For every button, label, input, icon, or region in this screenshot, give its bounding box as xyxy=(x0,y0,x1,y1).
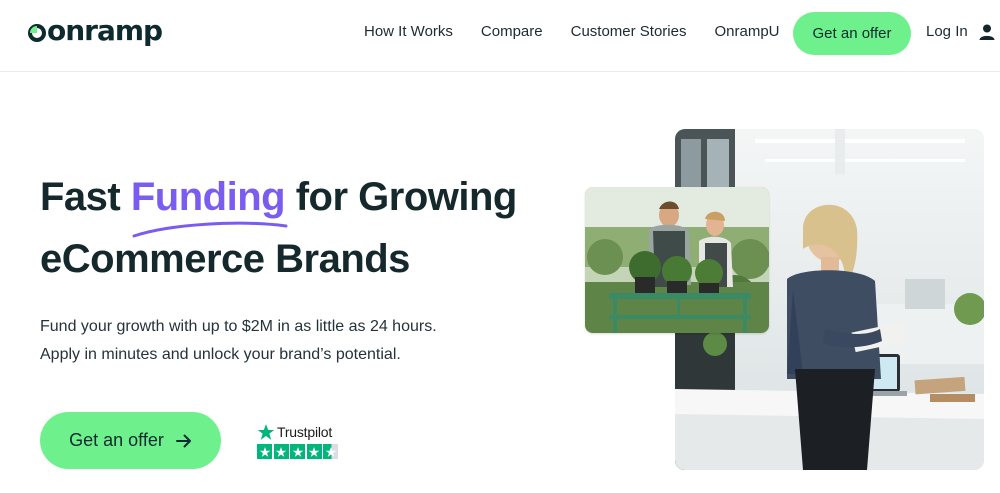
arrow-right-icon xyxy=(175,434,191,447)
hero-title-line2: eCommerce Brands xyxy=(40,237,410,281)
nav-compare[interactable]: Compare xyxy=(481,22,543,42)
hero-title-suffix: for Growing xyxy=(295,175,518,219)
hero-title: Fast Funding for Growing eCommerce Brand… xyxy=(40,166,560,290)
hero-cta-label: Get an offer xyxy=(69,430,164,450)
nav-how-it-works[interactable]: How It Works xyxy=(364,22,453,42)
header-get-offer-button[interactable]: Get an offer xyxy=(793,12,911,55)
logo-text: onramp xyxy=(47,14,163,47)
rating-star-icon xyxy=(306,444,322,459)
rating-star-icon xyxy=(257,444,272,459)
onramp-logo[interactable]: onramp xyxy=(28,14,163,48)
hero-get-offer-button[interactable]: Get an offer xyxy=(40,412,221,469)
logo-mark-icon xyxy=(28,23,46,42)
hero-subtext-line1: Fund your growth with up to $2M in as li… xyxy=(40,318,437,335)
garden-photo xyxy=(585,187,769,333)
hero-title-highlight: Funding xyxy=(130,175,286,219)
trustpilot-label: Trustpilot xyxy=(277,424,333,440)
highlight-underline-icon xyxy=(132,221,288,238)
rating-star-icon xyxy=(273,444,289,459)
user-icon xyxy=(978,23,996,41)
login-label: Log In xyxy=(926,23,968,40)
site-header: onramp How It Works Compare Customer Sto… xyxy=(0,0,1000,72)
trustpilot-brand: Trustpilot xyxy=(257,423,347,441)
nav-onrampu[interactable]: OnrampU xyxy=(714,22,779,42)
hero-subtext-line2: Apply in minutes and unlock your brand’s… xyxy=(40,346,401,363)
hero-title-line1: Fast Funding for Growing xyxy=(40,166,560,228)
main-nav: How It Works Compare Customer Stories On… xyxy=(364,22,808,42)
trustpilot-star-icon xyxy=(257,424,275,440)
hero-subtext: Fund your growth with up to $2M in as li… xyxy=(40,313,510,369)
login-link[interactable]: Log In xyxy=(926,22,996,42)
hero-title-prefix: Fast xyxy=(40,175,121,219)
nav-customer-stories[interactable]: Customer Stories xyxy=(571,22,687,42)
trustpilot-badge[interactable]: Trustpilot xyxy=(257,423,347,463)
rating-half-star-icon xyxy=(323,444,338,459)
rating-star-icon xyxy=(290,444,305,459)
trustpilot-rating-stars xyxy=(257,444,347,459)
